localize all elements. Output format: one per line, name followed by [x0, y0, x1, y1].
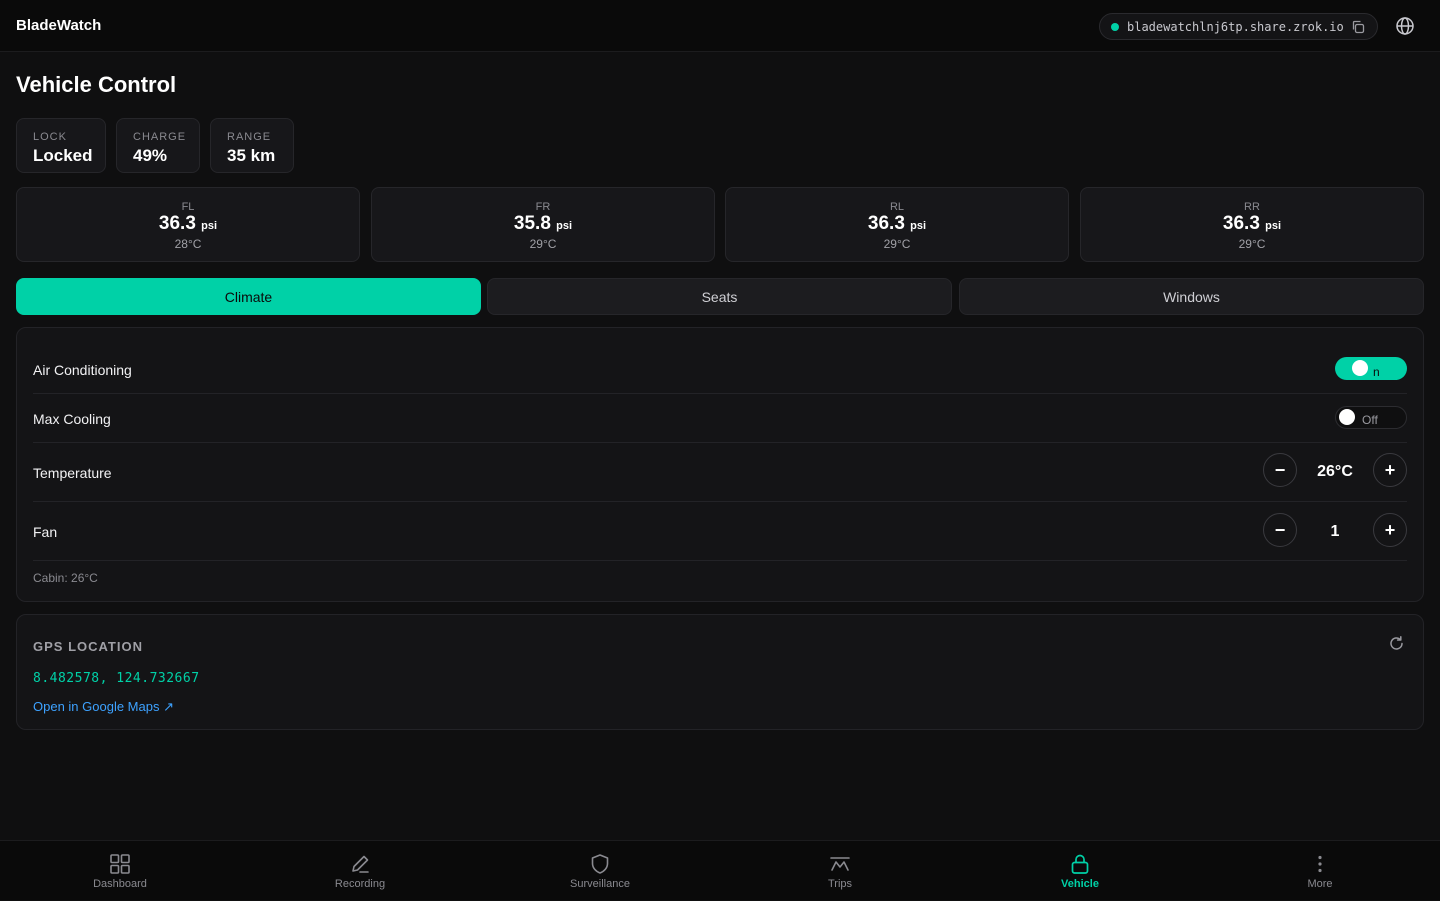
bottom-nav: Dashboard Recording Surveillance Trips V…	[0, 840, 1440, 900]
more-vertical-icon	[1318, 855, 1322, 873]
stat-charge: CHARGE 49%	[116, 118, 200, 173]
nav-label: Dashboard	[93, 878, 147, 890]
tire-temp: 29°C	[529, 237, 557, 251]
tire-position: FR	[535, 201, 551, 213]
tab-climate[interactable]: Climate	[16, 278, 481, 315]
tire-card-rl: RL 36.3 psi 29°C	[725, 187, 1069, 262]
tab-seats[interactable]: Seats	[487, 278, 952, 315]
tire-temp: 29°C	[1238, 237, 1266, 251]
pencil-icon	[352, 855, 369, 873]
share-url: bladewatchlnj6tp.share.zrok.io	[1127, 19, 1344, 34]
stat-range: RANGE 35 km	[210, 118, 294, 173]
nav-surveillance[interactable]: Surveillance	[480, 841, 720, 901]
nav-label: More	[1307, 878, 1333, 890]
grid-icon	[110, 854, 130, 874]
max-cooling-label: Max Cooling	[33, 411, 111, 427]
toggle-knob	[1352, 360, 1368, 376]
route-icon	[830, 857, 850, 871]
tire-unit: psi	[556, 220, 573, 232]
tire-temp: 28°C	[174, 237, 202, 251]
gps-coordinates: 8.482578, 124.732667	[33, 671, 200, 686]
copy-icon[interactable]	[1351, 20, 1365, 34]
share-url-pill[interactable]: bladewatchlnj6tp.share.zrok.io	[1099, 13, 1378, 40]
max-cooling-row: Max Cooling Off	[33, 394, 1407, 443]
globe-icon[interactable]	[1395, 16, 1415, 36]
lock-icon	[1071, 854, 1089, 874]
tire-unit: psi	[910, 220, 927, 232]
stat-label: CHARGE	[133, 131, 187, 143]
temperature-label: Temperature	[33, 465, 112, 481]
temperature-value: 26°C	[1317, 463, 1353, 480]
nav-label: Trips	[827, 878, 853, 890]
tire-temp: 29°C	[883, 237, 911, 251]
stat-lock: LOCK Locked	[16, 118, 106, 173]
gps-title: GPS LOCATION	[33, 639, 143, 654]
stat-label: LOCK	[33, 131, 67, 143]
nav-vehicle[interactable]: Vehicle	[960, 841, 1200, 901]
stat-label: RANGE	[227, 131, 272, 143]
nav-label: Vehicle	[1061, 878, 1099, 890]
tire-pressure-value: 36.3	[1222, 213, 1260, 234]
nav-trips[interactable]: Trips	[720, 841, 960, 901]
climate-panel: Air Conditioning n Max Cooling Off Tempe…	[16, 327, 1424, 602]
open-google-maps-link[interactable]: Open in Google Maps ↗	[33, 699, 174, 715]
fan-value: 1	[1330, 523, 1340, 540]
toggle-knob	[1339, 409, 1355, 425]
tire-pressure-value: 35.8	[513, 213, 551, 234]
tire-position: FL	[181, 201, 195, 213]
gps-panel: GPS LOCATION 8.482578, 124.732667 Open i…	[16, 614, 1424, 730]
tire-pressure-value: 36.3	[867, 213, 905, 234]
nav-label: Surveillance	[570, 878, 630, 890]
tire-position: RL	[889, 201, 905, 213]
tire-position: RR	[1244, 201, 1260, 213]
tire-unit: psi	[201, 220, 218, 232]
air-conditioning-label: Air Conditioning	[33, 362, 132, 378]
air-conditioning-row: Air Conditioning n	[33, 328, 1407, 394]
page-title: Vehicle Control	[16, 72, 177, 97]
air-conditioning-toggle[interactable]: n	[1335, 357, 1407, 380]
top-bar: BladeWatch bladewatchlnj6tp.share.zrok.i…	[0, 0, 1440, 52]
temperature-increase-button[interactable]: +	[1373, 453, 1407, 487]
temperature-row: Temperature − 26°C +	[33, 443, 1407, 502]
cabin-temperature: Cabin: 26°C	[33, 571, 98, 585]
tire-pressure: 36.3 psi	[726, 213, 1068, 237]
toggle-state: n	[1373, 365, 1380, 379]
max-cooling-toggle[interactable]: Off	[1335, 406, 1407, 429]
tab-windows[interactable]: Windows	[959, 278, 1424, 315]
nav-more[interactable]: More	[1200, 841, 1440, 901]
tire-unit: psi	[1265, 220, 1282, 232]
app-title: BladeWatch	[16, 17, 102, 34]
tire-pressure: 36.3 psi	[17, 213, 359, 237]
fan-increase-button[interactable]: +	[1373, 513, 1407, 547]
nav-dashboard[interactable]: Dashboard	[0, 841, 240, 901]
nav-recording[interactable]: Recording	[240, 841, 480, 901]
tire-card-fl: FL 36.3 psi 28°C	[16, 187, 360, 262]
shield-icon	[591, 854, 609, 874]
tire-pressure: 36.3 psi	[1081, 213, 1423, 237]
refresh-icon[interactable]	[1388, 635, 1405, 652]
tire-card-fr: FR 35.8 psi 29°C	[371, 187, 715, 262]
tire-pressure: 35.8 psi	[372, 213, 714, 237]
stat-value: Locked	[33, 146, 93, 165]
tire-pressure-value: 36.3	[158, 213, 196, 234]
stat-value: 49%	[133, 146, 168, 165]
toggle-state: Off	[1362, 413, 1378, 427]
status-dot	[1111, 22, 1119, 31]
fan-row: Fan − 1 +	[33, 502, 1407, 561]
stat-value: 35 km	[227, 146, 276, 165]
temperature-decrease-button[interactable]: −	[1263, 453, 1297, 487]
nav-label: Recording	[334, 878, 386, 890]
tire-card-rr: RR 36.3 psi 29°C	[1080, 187, 1424, 262]
fan-label: Fan	[33, 524, 58, 540]
fan-decrease-button[interactable]: −	[1263, 513, 1297, 547]
